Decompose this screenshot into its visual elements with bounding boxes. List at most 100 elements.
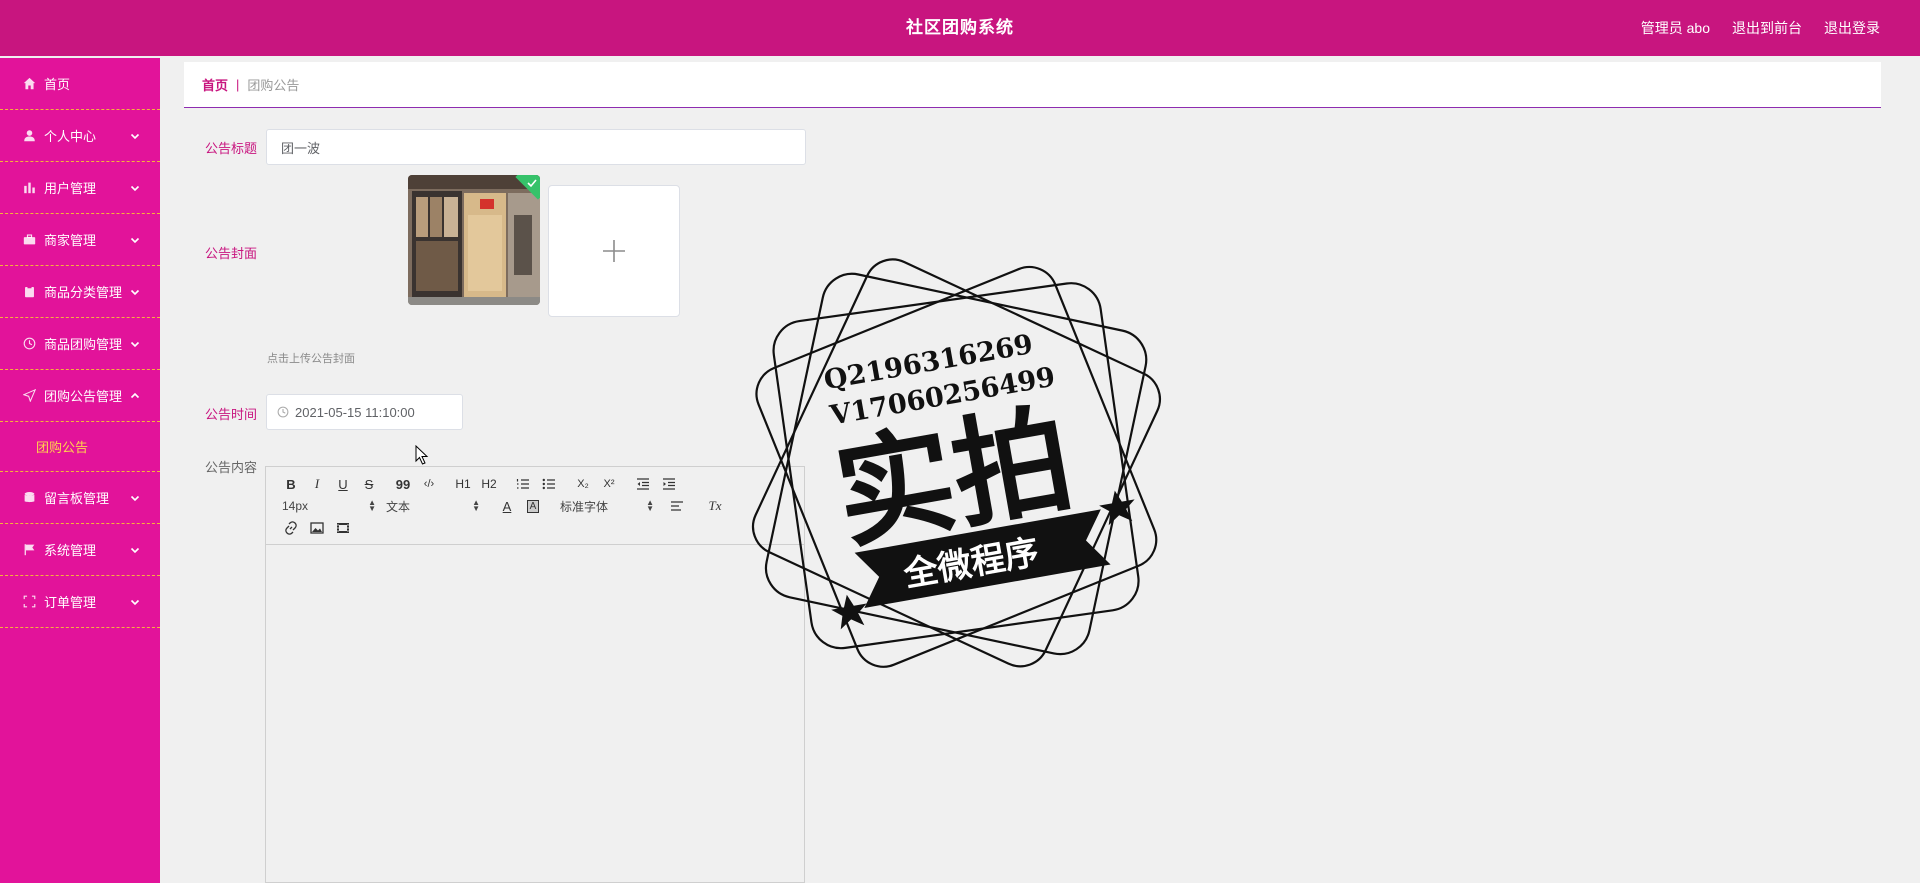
send-icon: [22, 389, 36, 403]
bullet-list-button[interactable]: [536, 473, 562, 495]
indent-button[interactable]: [656, 473, 682, 495]
chevron-down-icon: [130, 524, 140, 575]
strikethrough-button[interactable]: S: [356, 473, 382, 495]
main-content: 首页 | 团购公告 公告标题 团一波 公告封面 点击上传公告封面 公告时间 20…: [184, 58, 1881, 883]
system-title: 社区团购系统: [906, 18, 1014, 37]
sidebar-item-categories[interactable]: 商品分类管理: [0, 266, 160, 318]
toolbar-row-1: B I U S 99 ‹/› H1 H2 X₂ X²: [278, 473, 792, 495]
sidebar-item-system[interactable]: 系统管理: [0, 524, 160, 576]
background-color-icon: A: [526, 499, 540, 513]
sidebar-subitem-announcement[interactable]: 团购公告: [0, 422, 160, 472]
plus-icon: [603, 240, 625, 262]
content-label: 公告内容: [205, 460, 258, 475]
sidebar-item-label: 首页: [44, 77, 71, 92]
background-color-button[interactable]: A: [520, 495, 546, 517]
database-icon: [22, 491, 36, 505]
font-family-value: 标准字体: [560, 499, 609, 514]
align-left-icon: [671, 501, 683, 511]
text-color-button[interactable]: A: [494, 495, 520, 517]
clock-icon: [277, 406, 289, 418]
link-button[interactable]: [278, 517, 304, 539]
blockquote-button[interactable]: 99: [390, 473, 416, 495]
format-select[interactable]: 文本 ▲ ▼: [382, 495, 480, 517]
image-button[interactable]: [304, 517, 330, 539]
breadcrumb: 首页 | 团购公告: [184, 62, 1881, 108]
editor-toolbar: B I U S 99 ‹/› H1 H2 X₂ X² 14px ▲ ▼ 文本 ▲…: [266, 467, 804, 545]
sidebar: 首页 个人中心 用户管理 商家管理 商品分类管理 商品团购管理 团购公告管理 团…: [0, 58, 160, 883]
flag-icon: [22, 543, 36, 557]
editor-content-area[interactable]: [266, 545, 804, 883]
breadcrumb-separator: |: [236, 77, 240, 92]
breadcrumb-home-link[interactable]: 首页: [202, 75, 228, 94]
bullet-list-icon: [542, 478, 555, 490]
heading2-button[interactable]: H2: [476, 473, 502, 495]
bold-button[interactable]: B: [278, 473, 304, 495]
sidebar-item-label: 商品分类管理: [44, 285, 123, 300]
header-actions: 管理员 abo 退出到前台 退出登录: [1641, 0, 1880, 56]
storefront-photo: [408, 175, 540, 305]
toolbar-row-3: [278, 517, 792, 539]
sidebar-item-label: 订单管理: [44, 595, 97, 610]
sidebar-item-orders[interactable]: 订单管理: [0, 576, 160, 628]
sidebar-item-group-buy[interactable]: 商品团购管理: [0, 318, 160, 370]
select-arrows-icon: ▲ ▼: [368, 498, 376, 513]
check-icon: [527, 179, 537, 188]
italic-button[interactable]: I: [304, 473, 330, 495]
font-family-select[interactable]: 标准字体 ▲ ▼: [556, 495, 654, 517]
image-icon: [310, 522, 324, 534]
font-size-select[interactable]: 14px ▲ ▼: [278, 495, 376, 517]
sidebar-item-label: 商家管理: [44, 233, 97, 248]
time-input-value: 2021-05-15 11:10:00: [295, 404, 415, 420]
code-block-button[interactable]: ‹/›: [416, 473, 442, 495]
cover-image[interactable]: [408, 175, 540, 305]
chevron-down-icon: [130, 162, 140, 213]
select-arrows-icon: ▲ ▼: [646, 498, 654, 513]
clear-format-button[interactable]: Tx: [702, 495, 728, 517]
font-size-value: 14px: [282, 499, 309, 513]
superscript-button[interactable]: X²: [596, 473, 622, 495]
format-value: 文本: [386, 499, 411, 514]
sidebar-item-message-board[interactable]: 留言板管理: [0, 472, 160, 524]
title-input[interactable]: 团一波: [266, 129, 806, 165]
cover-hint: 点击上传公告封面: [267, 353, 355, 365]
sidebar-item-merchants[interactable]: 商家管理: [0, 214, 160, 266]
ordered-list-icon: [516, 479, 529, 489]
top-header: 社区团购系统 管理员 abo 退出到前台 退出登录: [0, 0, 1920, 56]
heading1-button[interactable]: H1: [450, 473, 476, 495]
indent-icon: [663, 478, 675, 490]
time-picker-input[interactable]: 2021-05-15 11:10:00: [266, 394, 463, 430]
ordered-list-button[interactable]: [510, 473, 536, 495]
sidebar-item-personal-center[interactable]: 个人中心: [0, 110, 160, 162]
home-icon: [22, 77, 36, 91]
sidebar-item-label: 用户管理: [44, 181, 97, 196]
chevron-down-icon: [130, 576, 140, 627]
outdent-button[interactable]: [630, 473, 656, 495]
select-arrows-icon: ▲ ▼: [472, 498, 480, 513]
sidebar-item-label: 个人中心: [44, 129, 97, 144]
underline-button[interactable]: U: [330, 473, 356, 495]
video-button[interactable]: [330, 517, 356, 539]
align-button[interactable]: [664, 495, 690, 517]
sidebar-item-label: 团购公告管理: [44, 389, 123, 404]
mouse-cursor-icon: [415, 445, 429, 465]
sidebar-item-announcements[interactable]: 团购公告管理: [0, 370, 160, 422]
chevron-down-icon: [130, 318, 140, 369]
title-input-value: 团一波: [281, 140, 321, 156]
title-label: 公告标题: [205, 141, 258, 156]
clock-icon: [22, 337, 36, 351]
sidebar-item-home[interactable]: 首页: [0, 58, 160, 110]
scan-icon: [22, 595, 36, 609]
video-icon: [337, 523, 349, 533]
user-icon: [22, 129, 36, 143]
exit-to-front-link[interactable]: 退出到前台: [1732, 18, 1802, 38]
chevron-up-icon: [130, 370, 140, 421]
breadcrumb-current: 团购公告: [247, 78, 300, 93]
upload-cover-button[interactable]: [548, 185, 680, 317]
sidebar-item-label: 商品团购管理: [44, 337, 123, 352]
sidebar-item-users[interactable]: 用户管理: [0, 162, 160, 214]
sidebar-subitem-label: 团购公告: [36, 440, 89, 455]
sidebar-item-label: 留言板管理: [44, 491, 110, 506]
subscript-button[interactable]: X₂: [570, 473, 596, 495]
rich-text-editor: B I U S 99 ‹/› H1 H2 X₂ X² 14px ▲ ▼ 文本 ▲…: [265, 466, 805, 883]
logout-link[interactable]: 退出登录: [1824, 18, 1880, 38]
